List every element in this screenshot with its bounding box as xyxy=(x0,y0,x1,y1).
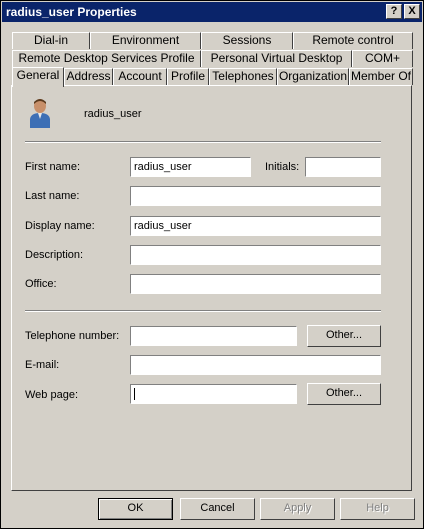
separator-top xyxy=(25,141,381,143)
description-label: Description: xyxy=(25,249,84,261)
tab-general[interactable]: General xyxy=(12,67,64,87)
office-label: Office: xyxy=(25,278,57,290)
display-name-label: Display name: xyxy=(25,220,95,232)
tab-address[interactable]: Address xyxy=(64,68,113,85)
user-icon xyxy=(27,97,53,129)
tab-environment[interactable]: Environment xyxy=(90,32,201,49)
display-name-field[interactable]: radius_user xyxy=(130,216,381,236)
tab-organization[interactable]: Organization xyxy=(277,68,349,85)
email-label: E-mail: xyxy=(25,359,60,371)
telephone-field[interactable] xyxy=(130,326,297,346)
tab-remote-control[interactable]: Remote control xyxy=(293,32,413,49)
tab-telephones[interactable]: Telephones xyxy=(209,68,277,85)
tab-remote-desktop-services-profile[interactable]: Remote Desktop Services Profile xyxy=(12,50,201,67)
title-bar[interactable]: radius_user Properties ? X xyxy=(2,2,422,22)
last-name-field[interactable] xyxy=(130,186,381,206)
tab-profile[interactable]: Profile xyxy=(167,68,209,85)
telephone-other-button[interactable]: Other... xyxy=(307,325,381,347)
last-name-label: Last name: xyxy=(25,190,80,202)
initials-field[interactable] xyxy=(305,157,381,177)
tab-dial-in[interactable]: Dial-in xyxy=(12,32,90,49)
help-button[interactable]: Help xyxy=(340,498,415,520)
tab-com-plus[interactable]: COM+ xyxy=(352,50,413,67)
properties-window: radius_user Properties ? X Dial-in Envir… xyxy=(0,0,424,529)
telephone-label: Telephone number: xyxy=(25,330,120,342)
apply-button[interactable]: Apply xyxy=(260,498,335,520)
tab-account[interactable]: Account xyxy=(113,68,167,85)
web-page-field[interactable] xyxy=(130,384,297,404)
office-field[interactable] xyxy=(130,274,381,294)
first-name-label: First name: xyxy=(25,161,81,173)
ok-button[interactable]: OK xyxy=(98,498,173,520)
tab-personal-virtual-desktop[interactable]: Personal Virtual Desktop xyxy=(201,50,352,67)
first-name-field[interactable]: radius_user xyxy=(130,157,251,177)
description-field[interactable] xyxy=(130,245,381,265)
text-caret xyxy=(134,388,135,401)
separator-middle xyxy=(25,310,381,312)
tab-sessions[interactable]: Sessions xyxy=(201,32,293,49)
general-tab-panel: radius_user First name: radius_user Init… xyxy=(11,85,412,491)
window-title: radius_user Properties xyxy=(6,5,137,19)
help-title-button[interactable]: ? xyxy=(386,4,402,19)
email-field[interactable] xyxy=(130,355,381,375)
cancel-button[interactable]: Cancel xyxy=(180,498,255,520)
close-title-button[interactable]: X xyxy=(404,4,420,19)
web-page-label: Web page: xyxy=(25,389,79,401)
web-page-other-button[interactable]: Other... xyxy=(307,383,381,405)
initials-label: Initials: xyxy=(265,161,300,173)
tab-member-of[interactable]: Member Of xyxy=(349,68,413,85)
user-display-name: radius_user xyxy=(84,108,142,120)
